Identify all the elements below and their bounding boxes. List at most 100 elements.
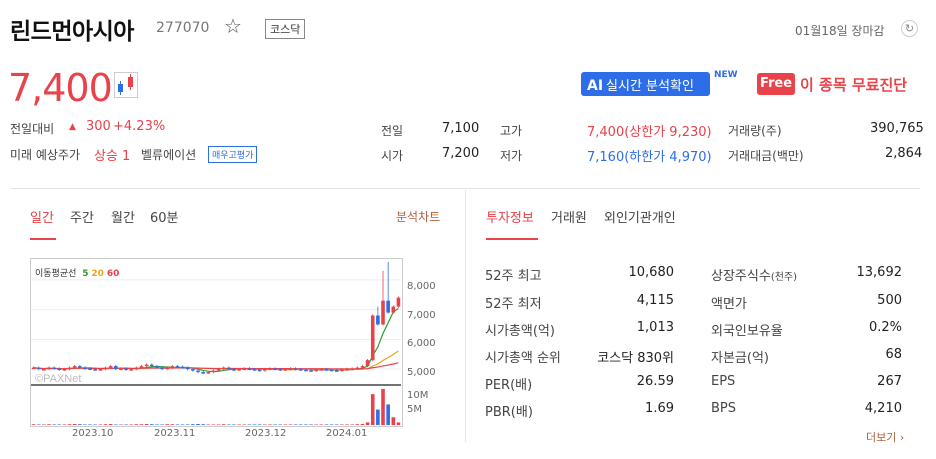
refresh-icon[interactable]: ↻ <box>901 20 918 37</box>
candle-body <box>57 368 62 371</box>
x-tick: 2024.01 <box>326 428 368 439</box>
tab-60min[interactable]: 60분 <box>150 207 179 226</box>
candle-body <box>355 367 360 370</box>
change-label: 전일대비 <box>10 122 55 136</box>
volume-bar <box>370 394 375 425</box>
volume-bar <box>391 417 396 425</box>
volume-bar <box>242 424 247 425</box>
candle-body <box>93 369 98 371</box>
forecast-label: 미래 예상주가 <box>10 148 81 162</box>
volume-bar <box>119 424 123 425</box>
candle-body <box>345 369 349 371</box>
free-badge[interactable]: Free <box>757 73 795 95</box>
candle-body <box>67 367 72 370</box>
tab-investor[interactable]: 외인기관개인 <box>604 207 676 226</box>
low-label: 저가 <box>500 149 523 163</box>
candle-body <box>103 367 108 370</box>
volume-bar <box>211 424 216 425</box>
volume-bar <box>386 404 390 425</box>
candle-body <box>47 367 51 370</box>
valuation-badge[interactable]: 매우고평가 <box>208 146 258 163</box>
invest-label: PBR(배) <box>485 405 533 420</box>
volume-bar <box>129 424 134 425</box>
section-divider <box>10 188 920 189</box>
volume-bar <box>334 424 339 425</box>
candle-body <box>360 366 365 368</box>
tab-active-underline <box>30 238 56 240</box>
candle-body <box>232 369 236 371</box>
y-tick: 5,000 <box>407 367 436 378</box>
volume-bar <box>124 424 128 425</box>
candle-body <box>180 366 185 369</box>
tab-weekly[interactable]: 주간 <box>70 207 94 226</box>
candle-body <box>304 369 308 372</box>
invest-label-unit: (천주) <box>770 272 798 283</box>
y-tick: 8,000 <box>407 281 436 292</box>
volume-bar <box>329 424 334 425</box>
volume-bar <box>216 424 221 425</box>
volume-bar <box>42 424 46 425</box>
volume-bar <box>175 424 180 425</box>
candle-body <box>314 369 319 372</box>
volume-bar <box>191 424 195 425</box>
volume-label: 거래량(주) <box>728 124 782 138</box>
candle-body <box>334 370 339 372</box>
invest-label: 액면가 <box>711 293 747 312</box>
volume-bar <box>62 424 67 425</box>
volume-bar <box>47 424 51 425</box>
candle-body <box>185 367 190 370</box>
more-link[interactable]: 더보기 › <box>866 429 904 445</box>
volume-bar <box>134 424 139 425</box>
invest-value: 10,680 <box>628 265 675 280</box>
candle-body <box>298 369 303 371</box>
volume-bar <box>283 424 288 425</box>
ai-analysis-button[interactable]: AI 실시간 분석확인 <box>581 72 710 96</box>
tab-monthly[interactable]: 월간 <box>111 207 135 226</box>
candle-body <box>72 366 77 368</box>
invest-value: 0.2% <box>868 320 902 335</box>
candle-body <box>386 300 390 313</box>
current-price: 7,400 <box>8 66 113 110</box>
volume-bar <box>113 424 118 425</box>
open-value: 7,200 <box>442 146 480 161</box>
date-status: 01월18일 장마감 <box>795 24 885 38</box>
tab-broker[interactable]: 거래원 <box>551 207 587 226</box>
y-tick: 7,000 <box>407 310 436 321</box>
favorite-star-icon[interactable]: ☆ <box>224 14 242 38</box>
volume-bar <box>376 409 380 425</box>
tab-invest-info[interactable]: 투자정보 <box>486 207 534 226</box>
candle-body <box>288 368 293 371</box>
candle-body <box>196 370 200 373</box>
invest-label: 자본금(억) <box>711 347 769 366</box>
open-label: 시가 <box>381 149 404 163</box>
chart-canvas: ©PAXNet <box>31 261 401 425</box>
volume-bar <box>149 424 154 425</box>
invest-value: 1,013 <box>636 320 674 335</box>
candle-body <box>391 306 396 313</box>
tab-daily[interactable]: 일간 <box>30 207 54 226</box>
candle-body <box>31 367 36 370</box>
prev-close-value: 7,100 <box>442 121 480 136</box>
stock-code: 277070 <box>156 20 210 36</box>
volume-bar <box>263 424 267 425</box>
ai-label: 실시간 분석확인 <box>606 79 694 94</box>
forecast-value[interactable]: 상승 1 <box>94 145 130 164</box>
invest-label: 상장주식수(천주) <box>711 265 797 284</box>
invest-label: 시가총액(억) <box>485 324 555 339</box>
ma-line-5 <box>33 307 399 373</box>
volume-bar <box>304 424 308 425</box>
candle-body <box>52 367 56 370</box>
analysis-chart-link[interactable]: 분석차트 <box>396 208 440 225</box>
candle-chart-icon[interactable] <box>114 72 138 98</box>
column-divider <box>465 190 466 442</box>
volume-bar <box>345 424 349 425</box>
candle-body <box>124 368 128 371</box>
volume-bar <box>273 424 277 425</box>
candle-body <box>175 366 180 368</box>
volume-bar <box>309 424 313 425</box>
tab-active-underline <box>486 238 538 240</box>
volume-bar <box>155 424 159 425</box>
y-tick: 6,000 <box>407 338 436 349</box>
free-diagnosis-link[interactable]: 이 종목 무료진단 <box>800 74 907 95</box>
change-value: 300 <box>86 119 111 134</box>
